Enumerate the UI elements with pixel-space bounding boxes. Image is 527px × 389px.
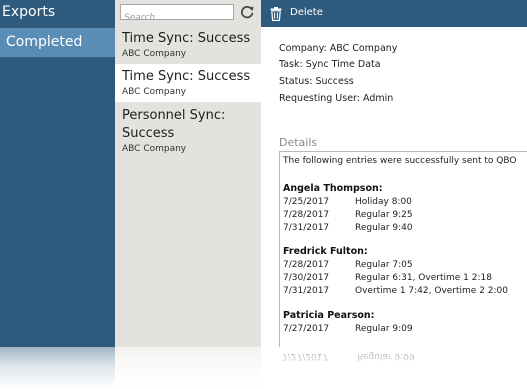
sidebar-title: Exports: [2, 4, 56, 20]
list-item-subtitle: ABC Company: [122, 144, 187, 154]
list-item-title: Time Sync: Success: [122, 31, 251, 46]
entry-description: Regular 7:05: [355, 260, 413, 270]
entry-description: Regular 9:09: [355, 324, 413, 334]
entry-date: 7/25/2017: [283, 197, 330, 207]
detail-pane: Delete Company: ABC Company Task: Sync T…: [261, 0, 527, 347]
delete-button[interactable]: Delete: [290, 7, 323, 18]
employee-name: Fredrick Fulton:: [283, 246, 368, 257]
entry-date: 7/31/2017: [283, 286, 330, 296]
search-input[interactable]: [121, 11, 234, 25]
entry-date: 7/30/2017: [283, 273, 330, 283]
entry-date: 7/28/2017: [283, 210, 330, 220]
reflection-fade: [0, 347, 527, 389]
details-heading: Details: [279, 136, 318, 149]
requesting-user-field: Requesting User: Admin: [279, 93, 394, 104]
app-window: Exports Completed Time Sync: Success ABC…: [0, 0, 527, 347]
list-header: [115, 0, 261, 26]
entry-date: 7/31/2017: [283, 223, 330, 233]
list-item-subtitle: ABC Company: [122, 49, 187, 59]
details-textbox[interactable]: The following entries were successfully …: [279, 151, 527, 347]
entry-description: Regular 9:25: [355, 210, 413, 220]
trash-icon[interactable]: [270, 6, 282, 22]
entry-description: Regular 6:31, Overtime 1 2:18: [355, 273, 492, 283]
status-field: Status: Success: [279, 76, 354, 87]
export-list: Time Sync: Success ABC Company Time Sync…: [115, 0, 261, 347]
list-item[interactable]: Time Sync: Success ABC Company: [115, 26, 261, 64]
employee-name: Patricia Pearson:: [283, 310, 375, 321]
entry-description: Regular 9:40: [355, 223, 413, 233]
sidebar-item-completed[interactable]: Completed: [0, 28, 115, 57]
entry-description: Overtime 1 7:42, Overtime 2 2:00: [355, 286, 508, 296]
entry-date: 7/27/2017: [283, 324, 330, 334]
window-reflection: 7/27/2017 Regular 9:09: [0, 347, 527, 389]
sidebar-item-label: Completed: [6, 34, 83, 50]
sidebar: Exports Completed: [0, 0, 115, 347]
entry-description: Holiday 8:00: [355, 197, 412, 207]
list-item-title: Personnel Sync: Success: [122, 108, 226, 141]
list-item-subtitle: ABC Company: [122, 87, 187, 97]
list-item[interactable]: Personnel Sync: Success ABC Company: [115, 103, 233, 161]
employee-name: Angela Thompson:: [283, 183, 383, 194]
company-field: Company: ABC Company: [279, 43, 398, 54]
list-item-selected[interactable]: Time Sync: Success ABC Company: [115, 64, 261, 102]
refresh-icon[interactable]: [239, 4, 255, 20]
detail-toolbar: Delete: [261, 0, 527, 27]
search-box[interactable]: [120, 4, 234, 25]
entry-date: 7/28/2017: [283, 260, 330, 270]
task-field: Task: Sync Time Data: [279, 59, 381, 70]
list-item-title: Time Sync: Success: [122, 69, 251, 84]
details-intro: The following entries were successfully …: [283, 156, 517, 166]
